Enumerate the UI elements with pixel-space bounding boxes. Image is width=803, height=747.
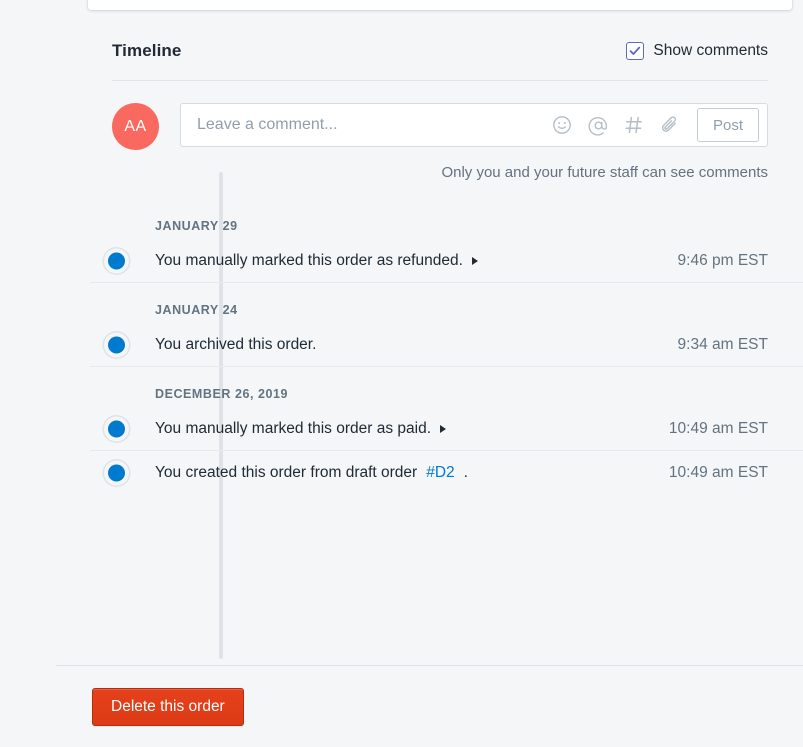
- checkbox-icon[interactable]: [626, 42, 645, 60]
- draft-order-link[interactable]: #D2: [426, 464, 454, 482]
- timeline-dot-icon: [108, 252, 125, 270]
- timeline-event-time: 9:34 am EST: [677, 336, 768, 353]
- hashtag-icon[interactable]: [623, 114, 645, 136]
- attachment-icon[interactable]: [659, 114, 681, 136]
- timeline-section: Timeline Show comments AA Leave a commen…: [88, 22, 803, 659]
- comment-input[interactable]: [195, 115, 551, 135]
- previous-card: [88, 0, 792, 10]
- date-group-label: DECEMBER 26, 2019: [155, 387, 289, 401]
- composer-icon-group: [551, 114, 681, 136]
- post-button[interactable]: Post: [697, 108, 759, 142]
- timeline-event-time: 9:46 pm EST: [677, 252, 768, 269]
- avatar: AA: [112, 103, 159, 150]
- timeline-event-text: You manually marked this order as refund…: [155, 252, 662, 270]
- delete-order-button[interactable]: Delete this order: [92, 688, 244, 726]
- timeline-event: You created this order from draft order …: [88, 451, 792, 495]
- mention-icon[interactable]: [587, 114, 609, 136]
- timeline-dot-icon: [108, 336, 125, 354]
- timeline-event-message: You created this order from draft order: [155, 464, 418, 481]
- timeline-event: You manually marked this order as refund…: [88, 239, 803, 283]
- date-group-label: JANUARY 24: [155, 303, 238, 317]
- timeline-event-time: 10:49 am EST: [668, 420, 768, 437]
- timeline-event-text: You archived this order.: [155, 336, 662, 354]
- timeline-event-message: You manually marked this order as paid.: [155, 420, 431, 437]
- timeline-event: You archived this order. 9:34 am EST: [88, 323, 803, 367]
- composer-note: Only you and your future staff can see c…: [441, 164, 768, 181]
- timeline-event-text: You manually marked this order as paid.: [155, 420, 653, 438]
- timeline-event: You manually marked this order as paid. 1…: [88, 407, 803, 451]
- date-group-label: JANUARY 29: [155, 219, 238, 233]
- footer-divider: [56, 665, 803, 666]
- timeline-header: Timeline Show comments: [88, 22, 792, 80]
- timeline-event-time: 10:49 am EST: [668, 464, 768, 481]
- disclosure-arrow-icon[interactable]: [471, 257, 478, 265]
- emoji-icon[interactable]: [551, 114, 573, 136]
- timeline-dot-icon: [108, 464, 125, 482]
- page-title: Timeline: [112, 41, 182, 60]
- timeline-event-message: You archived this order.: [155, 336, 317, 353]
- show-comments-toggle[interactable]: Show comments: [626, 42, 768, 60]
- comment-box[interactable]: Post: [180, 103, 768, 147]
- disclosure-arrow-icon[interactable]: [440, 425, 446, 433]
- timeline-event-message: You manually marked this order as refund…: [155, 252, 463, 269]
- show-comments-label: Show comments: [653, 42, 768, 59]
- comment-composer: AA Leave a comment... Post: [88, 81, 792, 150]
- timeline-list: JANUARY 29 You manually marked this order…: [88, 199, 803, 495]
- timeline-dot-icon: [108, 420, 125, 438]
- timeline-event-suffix: .: [463, 464, 468, 481]
- timeline-event-text: You created this order from draft order …: [155, 464, 653, 482]
